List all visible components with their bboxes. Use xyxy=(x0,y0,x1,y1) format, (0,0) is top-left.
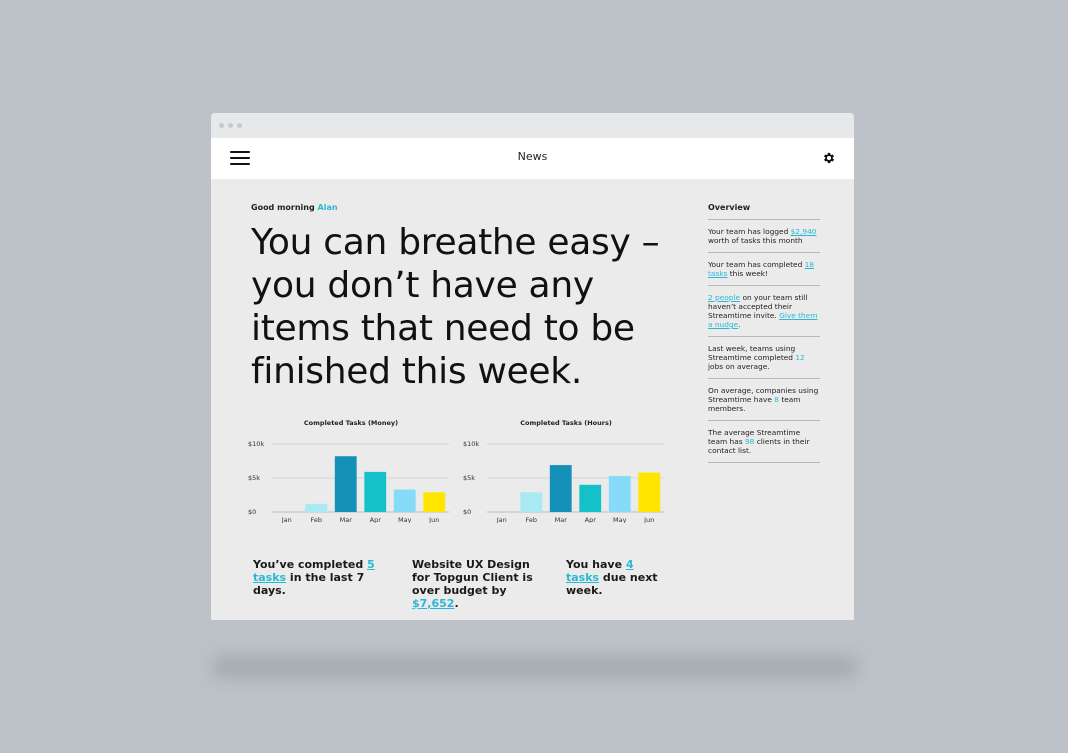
y-tick-label: $5k xyxy=(463,474,475,482)
x-tick-label: May xyxy=(613,516,627,523)
over-budget-link[interactable]: $7,652 xyxy=(412,597,454,610)
overview-value: 12 xyxy=(795,353,805,362)
bar-apr xyxy=(364,471,387,512)
x-tick-label: May xyxy=(398,516,412,523)
chart-completed-money: Completed Tasks (Money) $0 $5k $10k Jan Feb Ma… xyxy=(244,413,454,523)
stat-completed-tasks: You’ve completed 5 tasks in the last 7 d… xyxy=(253,558,375,597)
chart-completed-hours: Completed Tasks (Hours) $0 $5k $10k Jan Feb Ma… xyxy=(459,413,669,523)
app-window: News Good morning Alan You can breathe e… xyxy=(211,113,854,620)
chart-title: Completed Tasks (Hours) xyxy=(520,419,612,427)
chart-title: Completed Tasks (Money) xyxy=(304,419,398,427)
bar-apr xyxy=(579,484,602,512)
greeting: Good morning Alan xyxy=(251,203,338,212)
bar-jun xyxy=(638,472,661,512)
x-tick-label: Jun xyxy=(428,516,439,523)
window-dot-maximize[interactable] xyxy=(237,123,242,128)
bar-mar xyxy=(334,456,357,512)
x-tick-label: Jun xyxy=(643,516,654,523)
settings-gear-icon[interactable] xyxy=(822,151,836,165)
overview-item: On average, companies using Streamtime h… xyxy=(708,379,820,421)
y-tick-label: $0 xyxy=(248,508,256,516)
overview-panel: Overview Your team has logged $2,940 wor… xyxy=(708,203,820,463)
bar-mar xyxy=(549,465,572,512)
overview-item: 2 people on your team still haven’t acce… xyxy=(708,286,820,337)
bar-feb xyxy=(520,492,543,512)
window-dot-minimize[interactable] xyxy=(228,123,233,128)
overview-link[interactable]: 2 people xyxy=(708,293,740,302)
window-dot-close[interactable] xyxy=(219,123,224,128)
bar-jun xyxy=(423,492,446,512)
bar-feb xyxy=(305,503,328,512)
bar-may xyxy=(393,489,416,512)
greeting-prefix: Good morning xyxy=(251,203,315,212)
y-tick-label: $10k xyxy=(463,440,479,448)
greeting-user-name[interactable]: Alan xyxy=(318,203,338,212)
x-tick-label: Mar xyxy=(340,516,353,523)
x-tick-label: Feb xyxy=(310,516,322,523)
y-tick-label: $10k xyxy=(248,440,264,448)
x-tick-label: Apr xyxy=(370,516,382,523)
stat-over-budget: Website UX Design for Topgun Client is o… xyxy=(412,558,533,610)
news-content: Good morning Alan You can breathe easy –… xyxy=(211,179,854,620)
bar-may xyxy=(608,475,631,512)
overview-item: Your team has logged $2,940 worth of tas… xyxy=(708,220,820,253)
x-tick-label: Apr xyxy=(585,516,597,523)
overview-item: The average Streamtime team has 98 clien… xyxy=(708,421,820,463)
x-tick-label: Jan xyxy=(496,516,507,523)
page-title: News xyxy=(517,150,548,163)
y-tick-label: $0 xyxy=(463,508,471,516)
overview-link[interactable]: $2,940 xyxy=(791,227,817,236)
overview-value: 98 xyxy=(744,437,755,446)
stat-due-next-week: You have 4 tasks due next week. xyxy=(566,558,658,597)
overview-item: Last week, teams using Streamtime comple… xyxy=(708,337,820,379)
chart-money-svg: Completed Tasks (Money) $0 $5k $10k Jan Feb Ma… xyxy=(248,419,449,523)
window-shadow xyxy=(212,656,858,678)
headline: You can breathe easy – you don’t have an… xyxy=(251,222,660,392)
x-tick-label: Mar xyxy=(555,516,568,523)
window-chrome xyxy=(211,113,854,138)
chart-hours-svg: Completed Tasks (Hours) $0 $5k $10k Jan Feb Ma… xyxy=(463,419,664,523)
overview-item: Your team has completed 18 tasks this we… xyxy=(708,253,820,286)
x-tick-label: Jan xyxy=(281,516,292,523)
app-bar: News xyxy=(211,138,854,179)
overview-title: Overview xyxy=(708,203,820,220)
y-tick-label: $5k xyxy=(248,474,260,482)
x-tick-label: Feb xyxy=(525,516,537,523)
